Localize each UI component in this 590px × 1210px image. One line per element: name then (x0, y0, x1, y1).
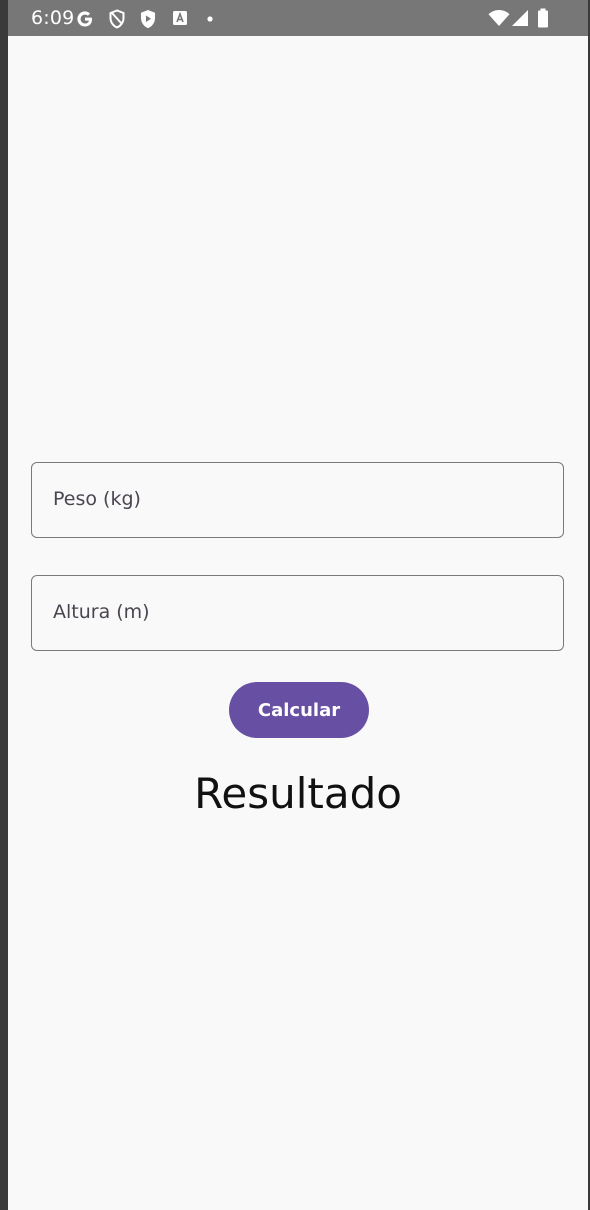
status-time: 6:09 (31, 7, 75, 29)
height-input[interactable]: Altura (m) (31, 575, 564, 651)
app-content: Peso (kg) Altura (m) Calcular Resultado (8, 36, 588, 1210)
calculate-button-label: Calcular (257, 699, 341, 721)
status-bar: 6:09 (8, 0, 588, 36)
result-text: Resultado (194, 769, 402, 818)
play-protect-icon (141, 10, 155, 29)
dot-icon (207, 16, 213, 22)
vpn-shield-icon (109, 9, 125, 29)
weight-input-label: Peso (kg) (53, 488, 141, 510)
battery-icon (538, 8, 548, 28)
google-icon (77, 11, 92, 27)
phone-screen: 6:09 Peso (kg) Altura (m) Calcular Resul… (8, 0, 588, 1210)
height-input-label: Altura (m) (53, 601, 150, 623)
window-left-edge (0, 0, 8, 1210)
app-notification-icon (173, 11, 187, 25)
wifi-icon (488, 10, 510, 26)
cell-signal-icon (512, 10, 528, 26)
calculate-button[interactable]: Calcular (229, 682, 369, 738)
weight-input[interactable]: Peso (kg) (31, 462, 564, 538)
